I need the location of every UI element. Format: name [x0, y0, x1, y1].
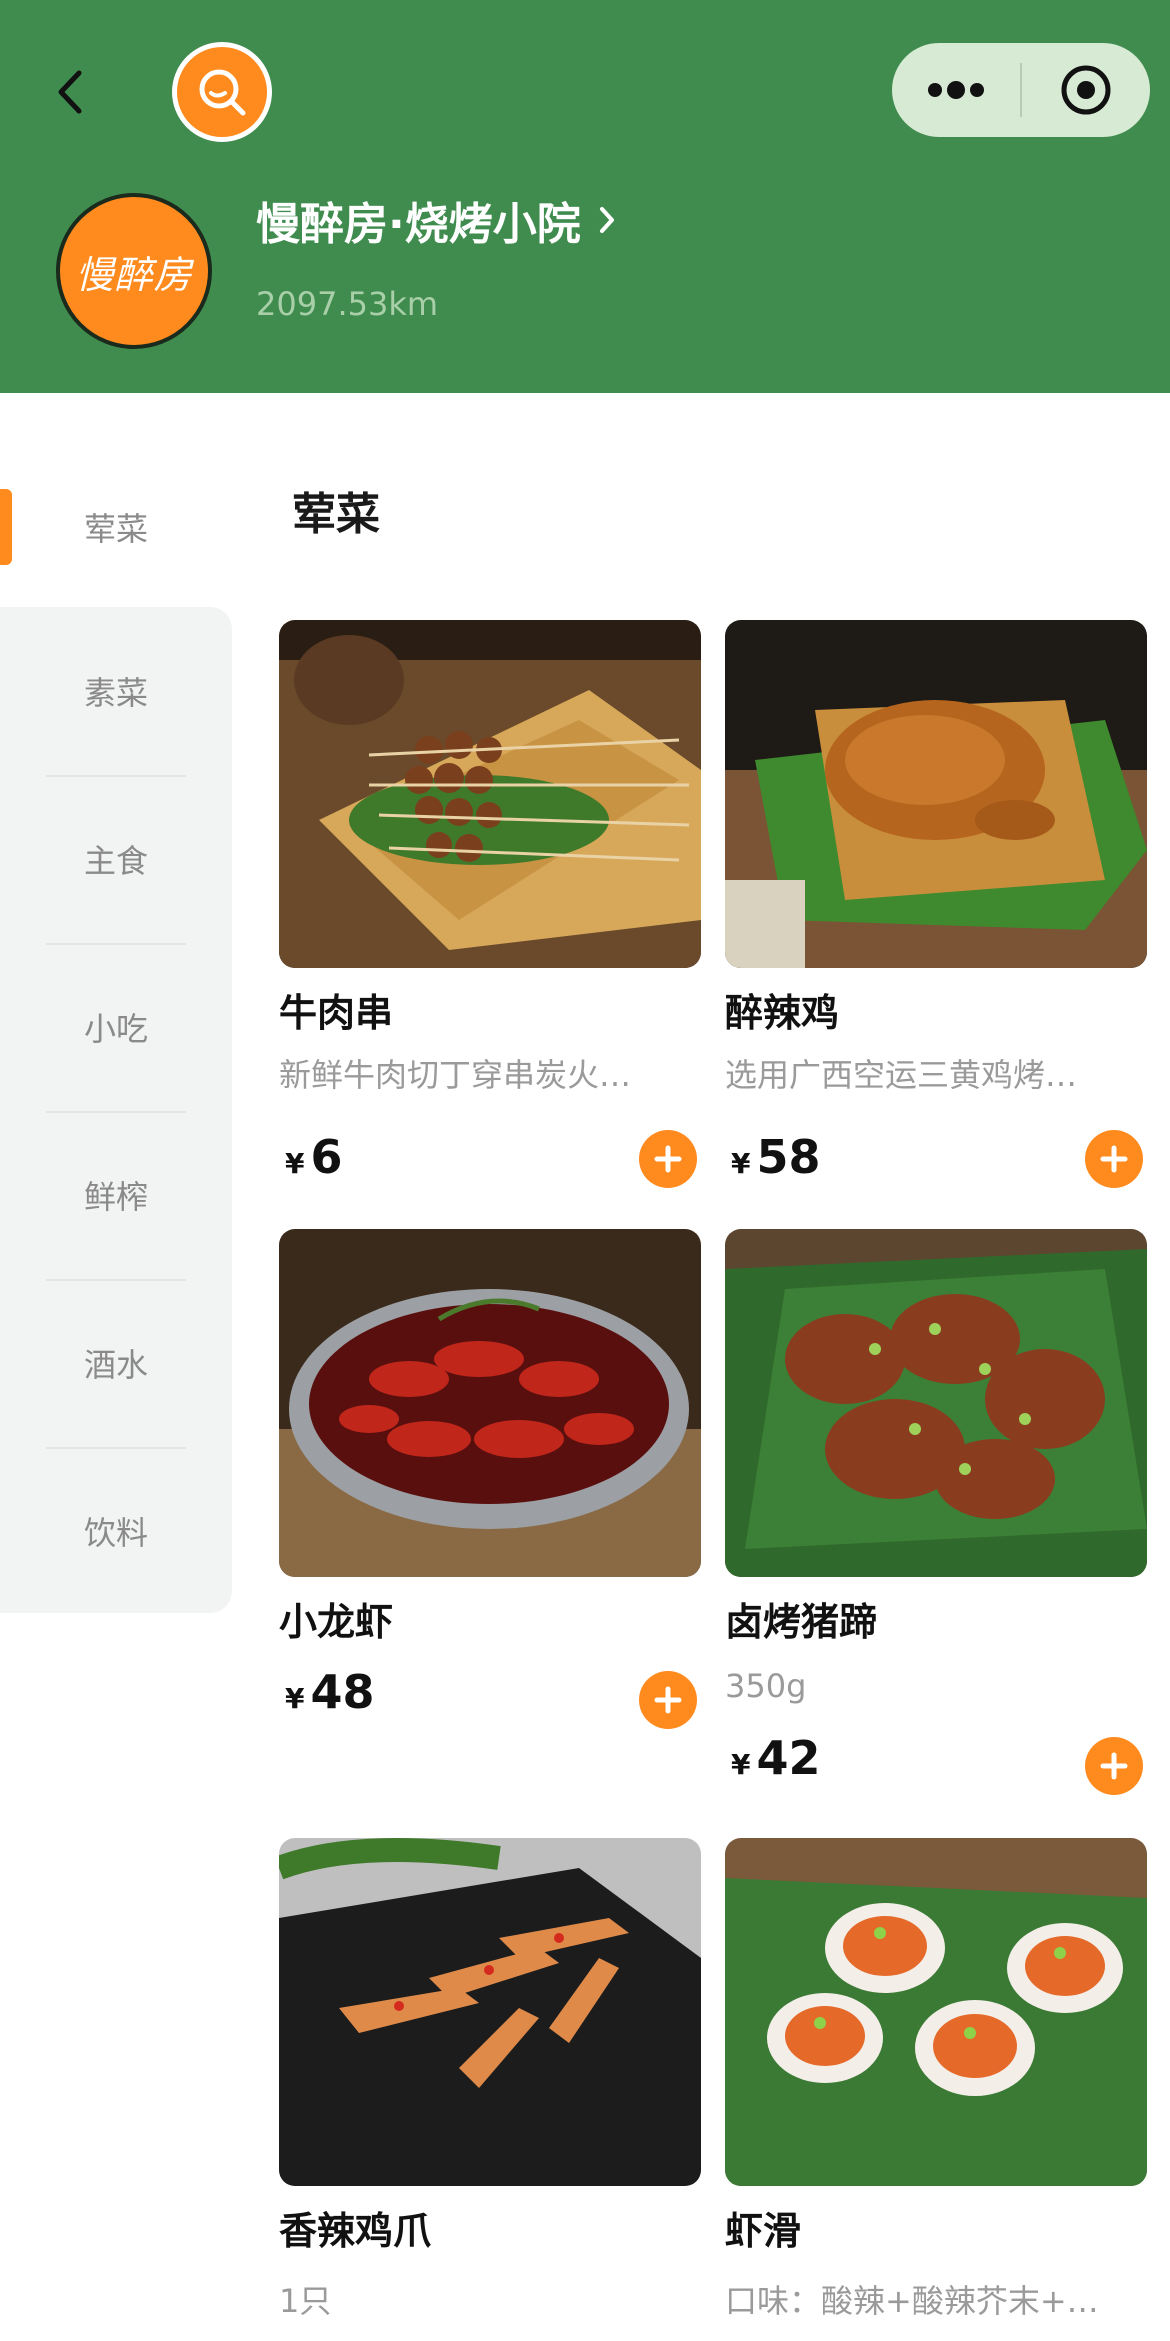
product-name: 醉辣鸡 [725, 991, 840, 1035]
add-to-cart-button[interactable] [639, 1130, 697, 1188]
product-image-chicken-feet[interactable] [279, 1838, 701, 2186]
product-name: 牛肉串 [279, 991, 394, 1035]
add-to-cart-button[interactable] [1085, 1737, 1143, 1795]
product-name: 卤烤猪蹄 [725, 1600, 878, 1644]
product-name: 小龙虾 [279, 1600, 394, 1644]
sidebar-item-drinks[interactable]: 酒水 [0, 1279, 232, 1447]
product-price: ¥ 42 [731, 1731, 821, 1785]
category-list: 素菜 主食 小吃 鲜榨 酒水 饮料 [0, 607, 232, 1613]
currency-symbol: ¥ [731, 1147, 751, 1180]
product-image-beef-skewers[interactable] [279, 620, 701, 968]
currency-symbol: ¥ [731, 1748, 751, 1781]
sidebar-item-label: 荤菜 [83, 510, 148, 548]
product-price: ¥ 58 [731, 1130, 821, 1184]
back-icon [58, 70, 82, 114]
store-logo: 慢醉房 [56, 193, 212, 349]
currency-symbol: ¥ [285, 1147, 305, 1180]
product-image-spicy-chicken[interactable] [725, 620, 1147, 968]
product-name: 虾滑 [725, 2209, 802, 2253]
sidebar-item-label: 饮料 [83, 1514, 148, 1552]
search-icon [199, 69, 246, 116]
plus-icon [1100, 1752, 1128, 1780]
plus-icon [1100, 1145, 1128, 1173]
product-card[interactable]: 卤烤猪蹄 350g ¥ 42 [725, 1229, 1147, 1795]
back-button[interactable] [48, 66, 92, 118]
store-header: 慢醉房 慢醉房·烧烤小院 2097.53km [0, 0, 1170, 393]
store-name: 慢醉房·烧烤小院 [256, 199, 581, 250]
sidebar-item-label: 小吃 [83, 1010, 148, 1048]
store-distance: 2097.53km [256, 285, 439, 323]
store-logo-text: 慢醉房 [75, 252, 193, 297]
add-to-cart-button[interactable] [1085, 1130, 1143, 1188]
target-icon [1061, 65, 1111, 115]
currency-symbol: ¥ [285, 1682, 305, 1715]
sidebar-item-label: 酒水 [83, 1346, 148, 1384]
section-title: 荤菜 [292, 489, 380, 540]
sidebar-item-label: 鲜榨 [83, 1178, 148, 1216]
search-button[interactable] [172, 42, 272, 142]
product-desc: 口味：酸辣+酸辣芥末+… [725, 2282, 1099, 2320]
product-price: ¥ 6 [285, 1130, 343, 1184]
chevron-right-icon [599, 207, 614, 233]
sidebar-item-juice[interactable]: 鲜榨 [0, 1111, 232, 1279]
more-button[interactable] [892, 43, 1020, 137]
mini-program-capsule [892, 43, 1150, 137]
product-image-shrimp-paste[interactable] [725, 1838, 1147, 2186]
sidebar-item-vegetable[interactable]: 素菜 [0, 607, 232, 775]
price-value: 6 [310, 1130, 343, 1184]
product-image-pork-trotters[interactable] [725, 1229, 1147, 1577]
close-button[interactable] [1022, 43, 1150, 137]
sidebar-item-snack[interactable]: 小吃 [0, 943, 232, 1111]
price-value: 58 [756, 1130, 821, 1184]
product-image-crayfish[interactable] [279, 1229, 701, 1577]
product-card[interactable]: 牛肉串 新鲜牛肉切丁穿串炭火… ¥ 6 [279, 620, 701, 1188]
add-to-cart-button[interactable] [639, 1671, 697, 1729]
product-card[interactable]: 香辣鸡爪 1只 [279, 1838, 701, 2320]
product-card[interactable]: 虾滑 口味：酸辣+酸辣芥末+… [725, 1838, 1147, 2320]
product-desc: 350g [725, 1667, 807, 1705]
sidebar-item-beverage[interactable]: 饮料 [0, 1447, 232, 1615]
product-desc: 选用广西空运三黄鸡烤… [725, 1056, 1078, 1094]
product-desc: 1只 [279, 2282, 332, 2320]
more-dots-icon [928, 81, 984, 99]
sidebar-item-meat[interactable]: 荤菜 [0, 477, 232, 577]
sidebar-item-staple[interactable]: 主食 [0, 775, 232, 943]
product-desc: 新鲜牛肉切丁穿串炭火… [279, 1056, 632, 1094]
product-name: 香辣鸡爪 [279, 2209, 432, 2253]
product-price: ¥ 48 [285, 1665, 375, 1719]
store-name-link[interactable]: 慢醉房·烧烤小院 [256, 190, 615, 250]
plus-icon [654, 1686, 682, 1714]
product-card[interactable]: 小龙虾 ¥ 48 [279, 1229, 701, 1729]
plus-icon [654, 1145, 682, 1173]
sidebar-item-label: 素菜 [83, 674, 148, 712]
sidebar-item-label: 主食 [83, 842, 148, 880]
price-value: 42 [756, 1731, 821, 1785]
product-card[interactable]: 醉辣鸡 选用广西空运三黄鸡烤… ¥ 58 [725, 620, 1147, 1188]
price-value: 48 [310, 1665, 375, 1719]
